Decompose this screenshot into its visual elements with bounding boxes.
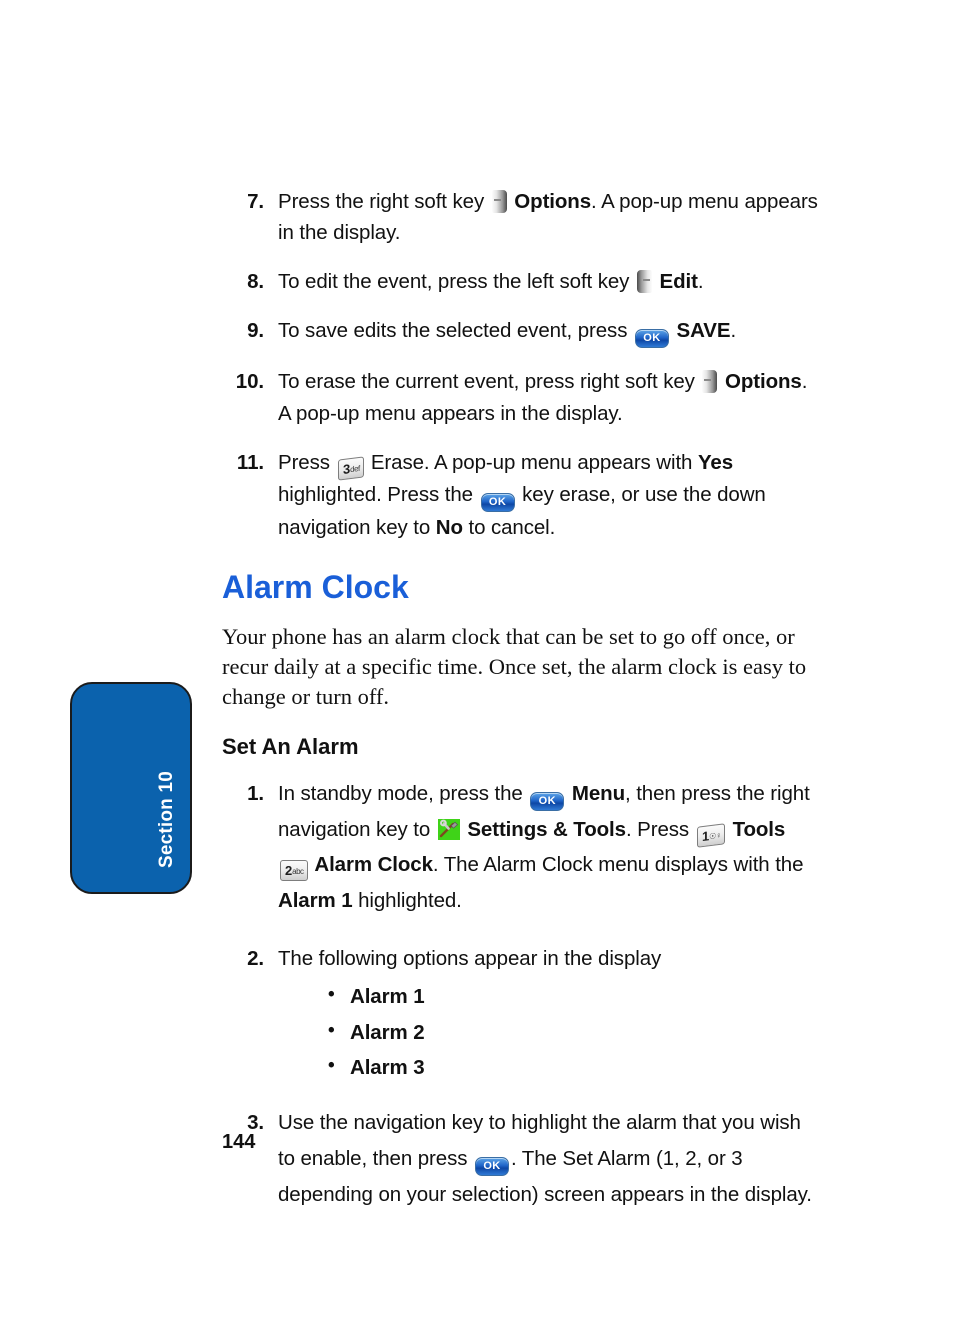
emphasis-text: Alarm Clock [309,853,433,877]
emphasis-text: Options [508,190,592,213]
page-number: 144 [222,1131,256,1153]
keypad-3-icon: 3def [337,456,364,481]
emphasis-text: SAVE [670,319,731,343]
settings-tools-icon [437,818,460,840]
list-item: Alarm 3 [328,1053,822,1083]
option-list: Alarm 1 Alarm 2 Alarm 3 [278,982,822,1083]
step-number: 10. [235,370,264,394]
page-content: 7. Press the right soft key Options. A po… [222,186,822,1235]
instruction-step: 3. Use the navigation key to highlight th… [222,1105,822,1213]
step-text: Press the right soft key Options. A pop-… [278,190,818,245]
right-soft-key-icon [702,370,718,394]
ok-key-icon: OK [480,492,515,512]
emphasis-text: Options [719,370,802,394]
instruction-step: 1. In standby mode, press the OK Menu, th… [222,776,822,920]
section-subtitle: Set An Alarm [222,733,359,759]
keypad-2-icon: 2abc [280,860,308,882]
emphasis-text: Menu [566,781,625,805]
step-text: Press 3def Erase. A pop-up menu appears … [278,450,766,539]
section-tab: Section 10 [70,682,192,894]
step-number: 1. [247,781,264,805]
emphasis-text: Alarm 1 [278,889,353,913]
step-number: 9. [247,319,264,343]
instruction-step: 7. Press the right soft key Options. A po… [222,186,822,248]
step-number: 11. [236,450,264,474]
emphasis-text: Settings & Tools [461,817,626,841]
instruction-step: 2. The following options appear in the d… [222,941,822,1083]
step-number: 2. [247,947,264,971]
ok-key-icon: OK [530,791,565,811]
keypad-1-icon: 1☉♀ [696,822,725,848]
instruction-step: 9. To save edits the selected event, pres… [222,315,822,349]
page-title: Alarm Clock [222,568,409,605]
step-text: To save edits the selected event, press … [278,319,736,349]
step-text: The following options appear in the disp… [278,947,662,971]
step-text: To erase the current event, press right … [278,370,808,425]
ok-key-icon: OK [634,329,669,349]
section-tab-label: Section 10 [156,770,177,868]
left-soft-key-icon [636,270,652,294]
emphasis-text: Yes [697,450,733,474]
emphasis-text: Edit [653,270,698,294]
step-number: 7. [247,190,264,213]
list-item: Alarm 1 [328,982,822,1012]
right-soft-key-icon [491,190,507,213]
instruction-step: 8. To edit the event, press the left soft… [222,266,822,297]
instruction-step: 11. Press 3def Erase. A pop-up menu appea… [222,447,822,543]
step-text: Use the navigation key to highlight the … [278,1111,812,1206]
instruction-steps-top: 7. Press the right soft key Options. A po… [222,186,822,543]
step-text: To edit the event, press the left soft k… [278,270,704,294]
instruction-step: 10. To erase the current event, press rig… [222,366,822,428]
instruction-steps-bottom: 1. In standby mode, press the OK Menu, th… [222,776,822,1213]
intro-paragraph: Your phone has an alarm clock that can b… [222,623,807,709]
emphasis-text: No [435,515,463,539]
step-number: 8. [247,270,264,294]
ok-key-icon: OK [474,1157,509,1177]
step-text: In standby mode, press the OK Menu, then… [278,781,810,913]
emphasis-text: Tools [726,817,786,841]
list-item: Alarm 2 [328,1018,822,1048]
